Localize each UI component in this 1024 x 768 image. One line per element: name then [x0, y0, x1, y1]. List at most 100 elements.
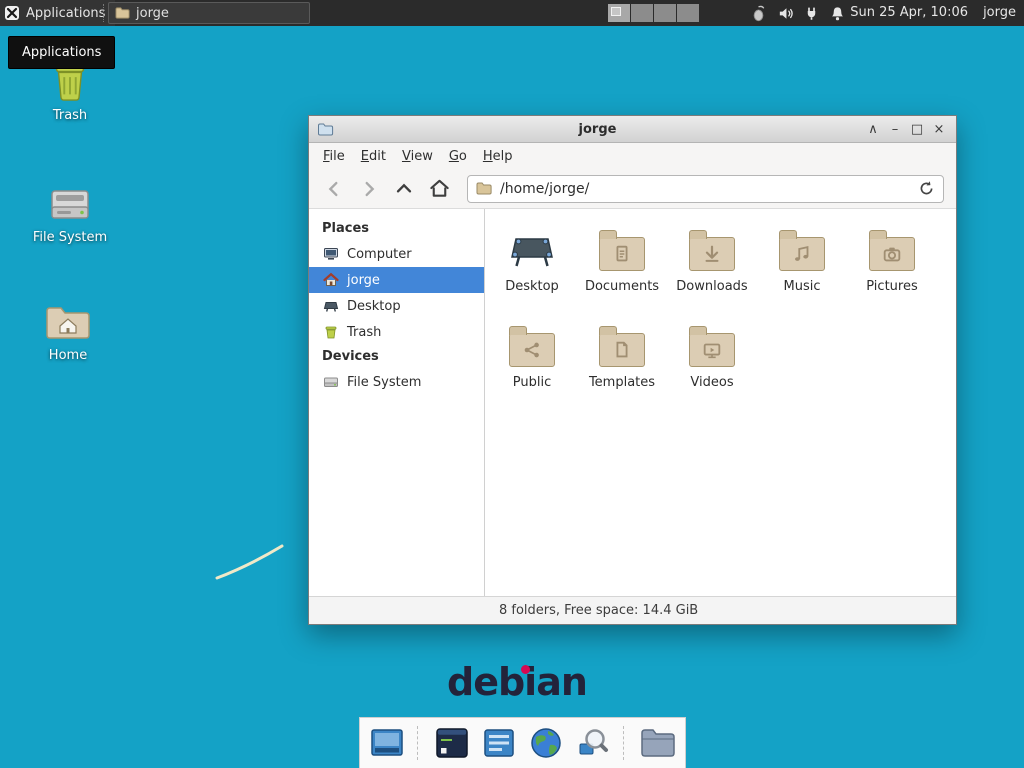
back-button[interactable]	[321, 176, 347, 202]
workspace-switcher[interactable]	[608, 4, 700, 22]
tooltip-text: Applications	[22, 45, 101, 60]
file-manager-icon[interactable]	[639, 724, 677, 762]
downloads-folder-icon	[667, 223, 757, 275]
folder-item-pictures[interactable]: Pictures	[847, 223, 937, 319]
file-view: Desktop Documents	[485, 209, 956, 596]
menu-help[interactable]: Help	[475, 146, 521, 167]
web-browser-icon[interactable]	[527, 724, 565, 762]
clock[interactable]: Sun 25 Apr, 10:06	[850, 0, 968, 26]
folder-label: Documents	[577, 279, 667, 294]
places-header: Places	[309, 217, 484, 241]
desktop-folder-icon	[487, 223, 577, 275]
menubar: File Edit View Go Help	[309, 143, 956, 169]
desktop-icon-label: File System	[25, 230, 115, 245]
folder-label: Downloads	[667, 279, 757, 294]
applications-menu-icon	[4, 5, 20, 21]
workspace-3[interactable]	[654, 4, 677, 22]
window-folder-icon	[317, 122, 334, 137]
app-finder-icon[interactable]	[574, 724, 612, 762]
documents-folder-icon	[577, 223, 667, 275]
dock	[359, 717, 686, 768]
folder-item-templates[interactable]: Templates	[577, 319, 667, 415]
sidebar-item-desktop[interactable]: Desktop	[309, 293, 484, 319]
session-user-button[interactable]: jorge	[983, 0, 1016, 26]
status-bar: 8 folders, Free space: 14.4 GiB	[309, 596, 956, 624]
folder-item-public[interactable]: Public	[487, 319, 577, 415]
pictures-folder-icon	[847, 223, 937, 275]
panel-handle	[103, 4, 104, 22]
titlebar-buttons: ∧ – □ ×	[862, 116, 950, 143]
menu-view[interactable]: View	[394, 146, 441, 167]
power-icon[interactable]	[804, 5, 819, 22]
titlebar[interactable]: jorge ∧ – □ ×	[309, 116, 956, 143]
forward-button[interactable]	[356, 176, 382, 202]
home-button[interactable]	[426, 176, 452, 202]
menu-file[interactable]: File	[315, 146, 353, 167]
maximize-button[interactable]: □	[906, 122, 928, 137]
reload-icon[interactable]	[918, 180, 935, 197]
applications-menu-label: Applications	[26, 6, 105, 21]
menu-edit[interactable]: Edit	[353, 146, 394, 167]
sidebar-item-trash[interactable]: Trash	[309, 319, 484, 345]
folder-item-music[interactable]: Music	[757, 223, 847, 319]
desktop: Trash File System Home debian	[0, 0, 1024, 768]
desktop-icon-label: Home	[23, 348, 113, 363]
applications-menu-button[interactable]: Applications	[0, 0, 115, 26]
sidebar-item-file-system[interactable]: File System	[309, 369, 484, 395]
settings-list-icon[interactable]	[480, 724, 518, 762]
close-button[interactable]: ×	[928, 122, 950, 137]
minimize-button[interactable]: –	[884, 122, 906, 137]
workspace-window-preview	[611, 7, 621, 16]
sidebar: Places Computer jorge	[309, 209, 485, 596]
path-folder-icon	[476, 181, 492, 196]
system-tray	[750, 4, 846, 22]
computer-icon	[323, 246, 339, 262]
folder-label: Videos	[667, 375, 757, 390]
taskbar-button-jorge[interactable]: jorge	[108, 2, 310, 24]
dock-separator	[623, 726, 628, 760]
status-text: 8 folders, Free space: 14.4 GiB	[499, 603, 698, 618]
drive-mini-icon	[323, 374, 339, 390]
location-bar[interactable]: /home/jorge/	[467, 175, 944, 203]
videos-folder-icon	[667, 319, 757, 371]
home-folder-icon	[23, 296, 113, 342]
workspace-4[interactable]	[677, 4, 700, 22]
mouse-icon[interactable]	[750, 5, 767, 22]
devices-header: Devices	[309, 345, 484, 369]
notifications-icon[interactable]	[829, 5, 846, 22]
toolbar: /home/jorge/	[309, 169, 956, 209]
dock-separator	[417, 726, 422, 760]
folder-item-desktop[interactable]: Desktop	[487, 223, 577, 319]
taskbar-button-label: jorge	[136, 6, 169, 21]
sidebar-item-jorge[interactable]: jorge	[309, 267, 484, 293]
desktop-mini-icon	[323, 298, 339, 314]
trash-mini-icon	[323, 324, 339, 340]
desktop-icon-home[interactable]: Home	[23, 296, 113, 363]
folder-item-documents[interactable]: Documents	[577, 223, 667, 319]
terminal-icon[interactable]	[433, 724, 471, 762]
user-home-icon	[323, 272, 339, 288]
folder-item-videos[interactable]: Videos	[667, 319, 757, 415]
workspace-1[interactable]	[608, 4, 631, 22]
sidebar-item-label: Desktop	[347, 299, 401, 314]
music-folder-icon	[757, 223, 847, 275]
desktop-icon-file-system[interactable]: File System	[25, 178, 115, 245]
sidebar-item-label: Computer	[347, 247, 412, 262]
folder-label: Templates	[577, 375, 667, 390]
sidebar-item-computer[interactable]: Computer	[309, 241, 484, 267]
debian-swirl-icon	[521, 665, 530, 674]
workspace-2[interactable]	[631, 4, 654, 22]
applications-tooltip: Applications	[8, 36, 115, 69]
task-folder-icon	[115, 6, 130, 20]
path-text[interactable]: /home/jorge/	[500, 181, 918, 197]
display-icon[interactable]	[368, 724, 406, 762]
desktop-stray-line	[210, 538, 290, 586]
folder-item-downloads[interactable]: Downloads	[667, 223, 757, 319]
shade-button[interactable]: ∧	[862, 122, 884, 137]
folder-label: Desktop	[487, 279, 577, 294]
menu-go[interactable]: Go	[441, 146, 475, 167]
desktop-icon-label: Trash	[25, 108, 115, 123]
folder-label: Music	[757, 279, 847, 294]
volume-icon[interactable]	[777, 5, 794, 22]
up-button[interactable]	[391, 176, 417, 202]
